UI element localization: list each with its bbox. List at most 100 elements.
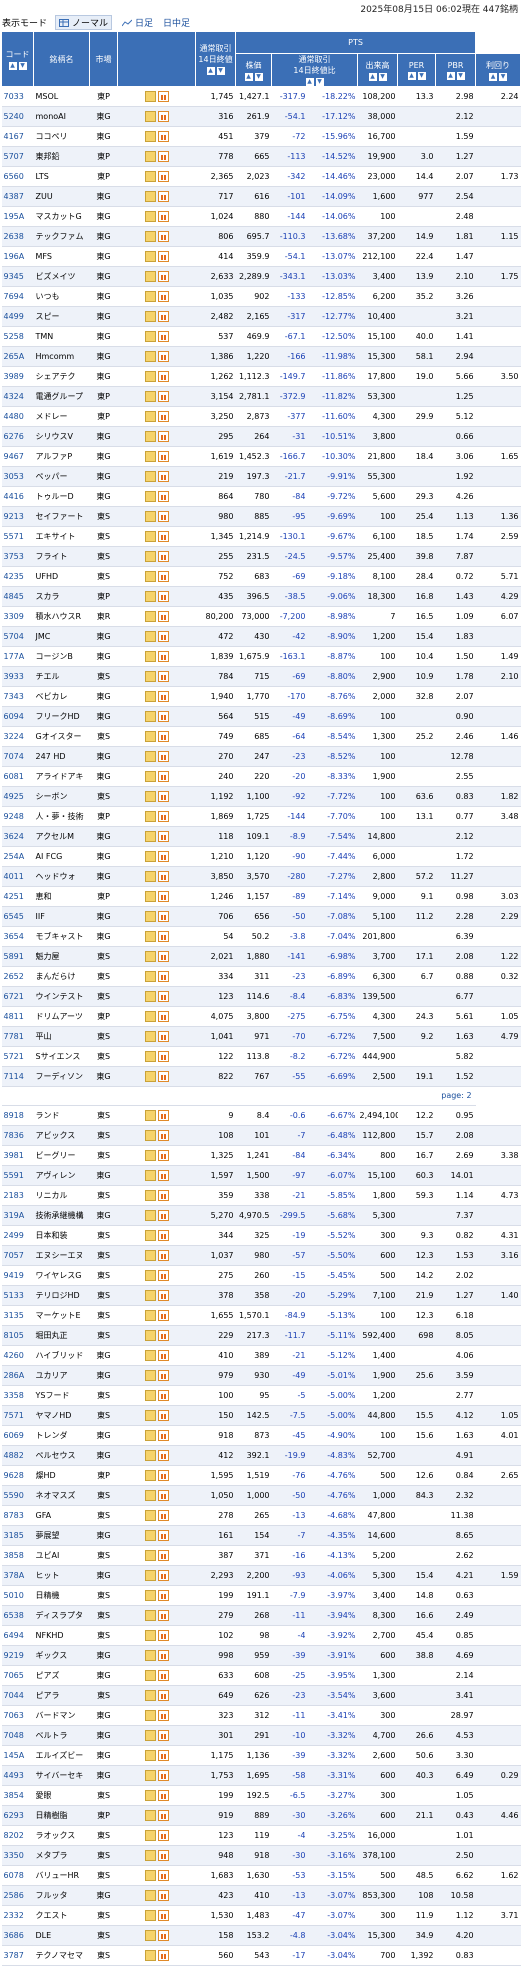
stock-code-link[interactable]: 5571 bbox=[1, 526, 34, 547]
stock-name-link[interactable]: UFHD bbox=[33, 566, 90, 587]
stock-code-link[interactable]: 4882 bbox=[1, 1445, 34, 1466]
sort-down-icon[interactable]: ▼ bbox=[216, 67, 225, 75]
chart-icon[interactable] bbox=[144, 791, 156, 802]
bar-chart-icon[interactable] bbox=[157, 1610, 169, 1621]
bar-chart-icon[interactable] bbox=[157, 1770, 169, 1781]
bar-chart-icon[interactable] bbox=[157, 1810, 169, 1821]
stock-name-link[interactable]: 東邦鉛 bbox=[33, 146, 90, 167]
bar-chart-icon[interactable] bbox=[157, 1850, 169, 1861]
chart-icon[interactable] bbox=[144, 231, 156, 242]
header-yield[interactable]: 利回り ▲ ▼ bbox=[475, 53, 521, 87]
sort-up-icon[interactable]: ▲ bbox=[206, 67, 215, 75]
bar-chart-icon[interactable] bbox=[157, 91, 169, 102]
stock-name-link[interactable]: テクノマセマ bbox=[33, 1945, 90, 1966]
stock-name-link[interactable]: 電通グループ bbox=[33, 386, 90, 407]
mode-intraday-option[interactable]: 日中足 bbox=[163, 16, 190, 29]
stock-name-link[interactable]: Sサイエンス bbox=[33, 1046, 90, 1067]
bar-chart-icon[interactable] bbox=[157, 1890, 169, 1901]
stock-code-link[interactable]: 7048 bbox=[1, 1725, 34, 1746]
stock-name-link[interactable]: AI FCG bbox=[33, 846, 90, 867]
stock-code-link[interactable]: 8202 bbox=[1, 1825, 34, 1846]
bar-chart-icon[interactable] bbox=[157, 471, 169, 482]
stock-code-link[interactable]: 286A bbox=[1, 1365, 34, 1386]
chart-icon[interactable] bbox=[144, 1170, 156, 1181]
bar-chart-icon[interactable] bbox=[157, 1430, 169, 1441]
stock-name-link[interactable]: シェアテク bbox=[33, 366, 90, 387]
stock-code-link[interactable]: 9219 bbox=[1, 1645, 34, 1666]
chart-icon[interactable] bbox=[144, 1930, 156, 1941]
stock-name-link[interactable]: ディスラプタ bbox=[33, 1605, 90, 1626]
stock-name-link[interactable]: アルファP bbox=[33, 446, 90, 467]
sort-up-icon[interactable]: ▲ bbox=[305, 78, 314, 86]
stock-name-link[interactable]: スピー bbox=[33, 306, 90, 327]
chart-icon[interactable] bbox=[144, 851, 156, 862]
bar-chart-icon[interactable] bbox=[157, 1390, 169, 1401]
chart-icon[interactable] bbox=[144, 1250, 156, 1261]
chart-icon[interactable] bbox=[144, 971, 156, 982]
bar-chart-icon[interactable] bbox=[157, 211, 169, 222]
bar-chart-icon[interactable] bbox=[157, 1670, 169, 1681]
stock-code-link[interactable]: 5590 bbox=[1, 1485, 34, 1506]
stock-code-link[interactable]: 6721 bbox=[1, 986, 34, 1007]
stock-code-link[interactable]: 3753 bbox=[1, 546, 34, 567]
bar-chart-icon[interactable] bbox=[157, 531, 169, 542]
stock-code-link[interactable]: 5891 bbox=[1, 946, 34, 967]
stock-code-link[interactable]: 6069 bbox=[1, 1425, 34, 1446]
sort-up-icon[interactable]: ▲ bbox=[407, 71, 416, 80]
bar-chart-icon[interactable] bbox=[157, 1590, 169, 1601]
bar-chart-icon[interactable] bbox=[157, 1710, 169, 1721]
chart-icon[interactable] bbox=[144, 1550, 156, 1561]
chart-icon[interactable] bbox=[144, 691, 156, 702]
stock-code-link[interactable]: 3224 bbox=[1, 726, 34, 747]
stock-code-link[interactable]: 3787 bbox=[1, 1945, 34, 1966]
stock-code-link[interactable]: 9345 bbox=[1, 266, 34, 287]
stock-code-link[interactable]: 9419 bbox=[1, 1265, 34, 1286]
chart-icon[interactable] bbox=[144, 451, 156, 462]
chart-icon[interactable] bbox=[144, 371, 156, 382]
bar-chart-icon[interactable] bbox=[157, 351, 169, 362]
chart-icon[interactable] bbox=[144, 1270, 156, 1281]
stock-name-link[interactable]: ベビカレ bbox=[33, 686, 90, 707]
chart-icon[interactable] bbox=[144, 471, 156, 482]
stock-name-link[interactable]: リニカル bbox=[33, 1185, 90, 1206]
stock-name-link[interactable]: 積水ハウスR bbox=[33, 606, 90, 627]
chart-icon[interactable] bbox=[144, 191, 156, 202]
chart-icon[interactable] bbox=[144, 1750, 156, 1761]
chart-icon[interactable] bbox=[144, 211, 156, 222]
chart-icon[interactable] bbox=[144, 1630, 156, 1641]
sort-down-icon[interactable]: ▼ bbox=[499, 72, 508, 81]
bar-chart-icon[interactable] bbox=[157, 1690, 169, 1701]
stock-code-link[interactable]: 3358 bbox=[1, 1385, 34, 1406]
stock-code-link[interactable]: 4260 bbox=[1, 1345, 34, 1366]
stock-code-link[interactable]: 6494 bbox=[1, 1625, 34, 1646]
stock-name-link[interactable]: Hmcomm bbox=[33, 346, 90, 367]
bar-chart-icon[interactable] bbox=[157, 491, 169, 502]
chart-icon[interactable] bbox=[144, 551, 156, 562]
sort-up-icon[interactable]: ▲ bbox=[8, 61, 17, 70]
stock-code-link[interactable]: 3185 bbox=[1, 1525, 34, 1546]
stock-code-link[interactable]: 5240 bbox=[1, 106, 34, 127]
bar-chart-icon[interactable] bbox=[157, 571, 169, 582]
chart-icon[interactable] bbox=[144, 1390, 156, 1401]
bar-chart-icon[interactable] bbox=[157, 1870, 169, 1881]
stock-code-link[interactable]: 7694 bbox=[1, 286, 34, 307]
chart-icon[interactable] bbox=[144, 1570, 156, 1581]
bar-chart-icon[interactable] bbox=[157, 1730, 169, 1741]
bar-chart-icon[interactable] bbox=[157, 1190, 169, 1201]
stock-code-link[interactable]: 3135 bbox=[1, 1305, 34, 1326]
stock-code-link[interactable]: 7571 bbox=[1, 1405, 34, 1426]
chart-icon[interactable] bbox=[144, 671, 156, 682]
chart-icon[interactable] bbox=[144, 571, 156, 582]
stock-code-link[interactable]: 4480 bbox=[1, 406, 34, 427]
stock-code-link[interactable]: 7057 bbox=[1, 1245, 34, 1266]
bar-chart-icon[interactable] bbox=[157, 1310, 169, 1321]
chart-icon[interactable] bbox=[144, 1210, 156, 1221]
chart-icon[interactable] bbox=[144, 911, 156, 922]
stock-code-link[interactable]: 4251 bbox=[1, 886, 34, 907]
chart-icon[interactable] bbox=[144, 1530, 156, 1541]
chart-icon[interactable] bbox=[144, 1071, 156, 1082]
stock-code-link[interactable]: 145A bbox=[1, 1745, 34, 1766]
stock-code-link[interactable]: 2183 bbox=[1, 1185, 34, 1206]
stock-code-link[interactable]: 6560 bbox=[1, 166, 34, 187]
stock-name-link[interactable]: いつも bbox=[33, 286, 90, 307]
